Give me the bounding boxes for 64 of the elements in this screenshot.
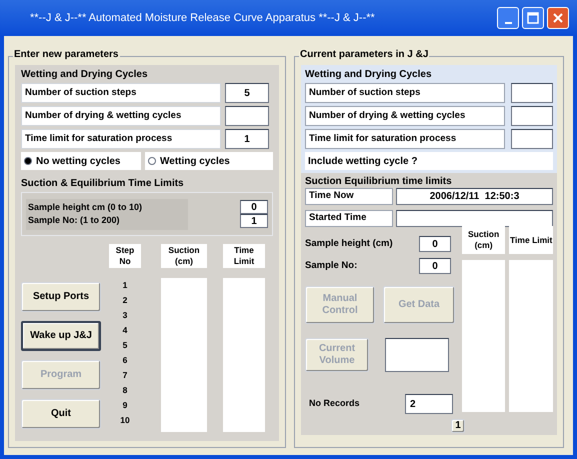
radio-icon[interactable] xyxy=(24,157,32,165)
step-number: 7 xyxy=(122,369,128,382)
field-label: Number of drying & wetting cycles xyxy=(21,106,221,126)
step-number: 5 xyxy=(122,339,128,352)
input-field[interactable]: 5 xyxy=(225,83,269,103)
step-number: 9 xyxy=(122,399,128,412)
input-field[interactable]: 0 xyxy=(419,236,451,252)
section-title: Suction Equilibrium time limits xyxy=(305,175,453,188)
step-number: 4 xyxy=(122,324,128,337)
minimize-button[interactable] xyxy=(497,7,519,29)
radio-button[interactable]: Wetting cycles xyxy=(145,152,273,170)
step-number: 2 xyxy=(122,294,128,307)
field-label: Number of suction steps xyxy=(21,83,221,103)
input-field[interactable] xyxy=(511,106,553,126)
field-label: Time Now xyxy=(305,188,393,205)
field-label: No Records xyxy=(309,397,361,410)
step-number: 1 xyxy=(122,279,128,292)
close-button[interactable] xyxy=(547,7,569,29)
step-number: 8 xyxy=(122,384,128,397)
field-label: Sample height cm (0 to 10) xyxy=(27,200,144,214)
input-field[interactable] xyxy=(511,129,553,149)
column-header: Suction (cm) xyxy=(161,244,207,268)
input-field[interactable] xyxy=(396,210,553,227)
maximize-icon xyxy=(527,12,539,24)
field-label: Sample No: (1 to 200) xyxy=(27,214,121,227)
step-number: 10 xyxy=(120,414,130,427)
button[interactable]: Quit xyxy=(21,399,101,429)
column-header: Step No xyxy=(109,244,141,268)
group-label: Enter new parameters xyxy=(13,50,120,60)
field-label: Time limit for saturation process xyxy=(305,129,505,149)
group-label: Current parameters in J &J xyxy=(299,50,430,60)
section-title: Wetting and Drying Cycles xyxy=(21,68,149,82)
maximize-button[interactable] xyxy=(522,7,544,29)
field-label: Started Time xyxy=(305,210,393,227)
step-number: 6 xyxy=(122,354,128,367)
field-label: Number of suction steps xyxy=(305,83,505,103)
field-label: Include wetting cycle ? xyxy=(305,152,553,170)
button[interactable]: 1 xyxy=(451,419,465,433)
input-field[interactable]: 2006/12/11 12:50:3 xyxy=(396,188,553,205)
input-field[interactable]: 1 xyxy=(225,129,269,149)
input-field[interactable]: 0 xyxy=(240,200,268,214)
window-title: **--J & J--** Automated Moisture Release Curve Apparatus **--J & J--** xyxy=(30,10,376,26)
input-field[interactable] xyxy=(511,83,553,103)
input-field[interactable]: 1 xyxy=(240,214,268,228)
minimize-icon xyxy=(504,22,512,24)
radio-button[interactable]: No wetting cycles xyxy=(21,152,141,170)
column-header: Time Limit xyxy=(223,244,265,268)
button[interactable]: Setup Ports xyxy=(21,282,101,312)
field-label: Sample No: xyxy=(305,258,358,273)
input-field[interactable]: 0 xyxy=(419,258,451,274)
step-number: 3 xyxy=(122,309,128,322)
section-title: Wetting and Drying Cycles xyxy=(305,68,433,82)
radio-icon[interactable] xyxy=(148,157,156,165)
field-label: Time limit for saturation process xyxy=(21,129,221,149)
column-header: Suction (cm) xyxy=(462,226,506,254)
input-field[interactable]: 2 xyxy=(405,394,453,414)
button[interactable]: Wake up J&J xyxy=(21,321,101,351)
input-field[interactable] xyxy=(385,338,449,372)
column-header: Time Limit xyxy=(509,226,554,254)
input-field[interactable] xyxy=(225,106,269,126)
field-label: Number of drying & wetting cycles xyxy=(305,106,505,126)
section-title: Suction & Equilibrium Time Limits xyxy=(21,177,185,190)
close-icon xyxy=(552,12,564,24)
field-label: Sample height (cm) xyxy=(305,236,394,251)
